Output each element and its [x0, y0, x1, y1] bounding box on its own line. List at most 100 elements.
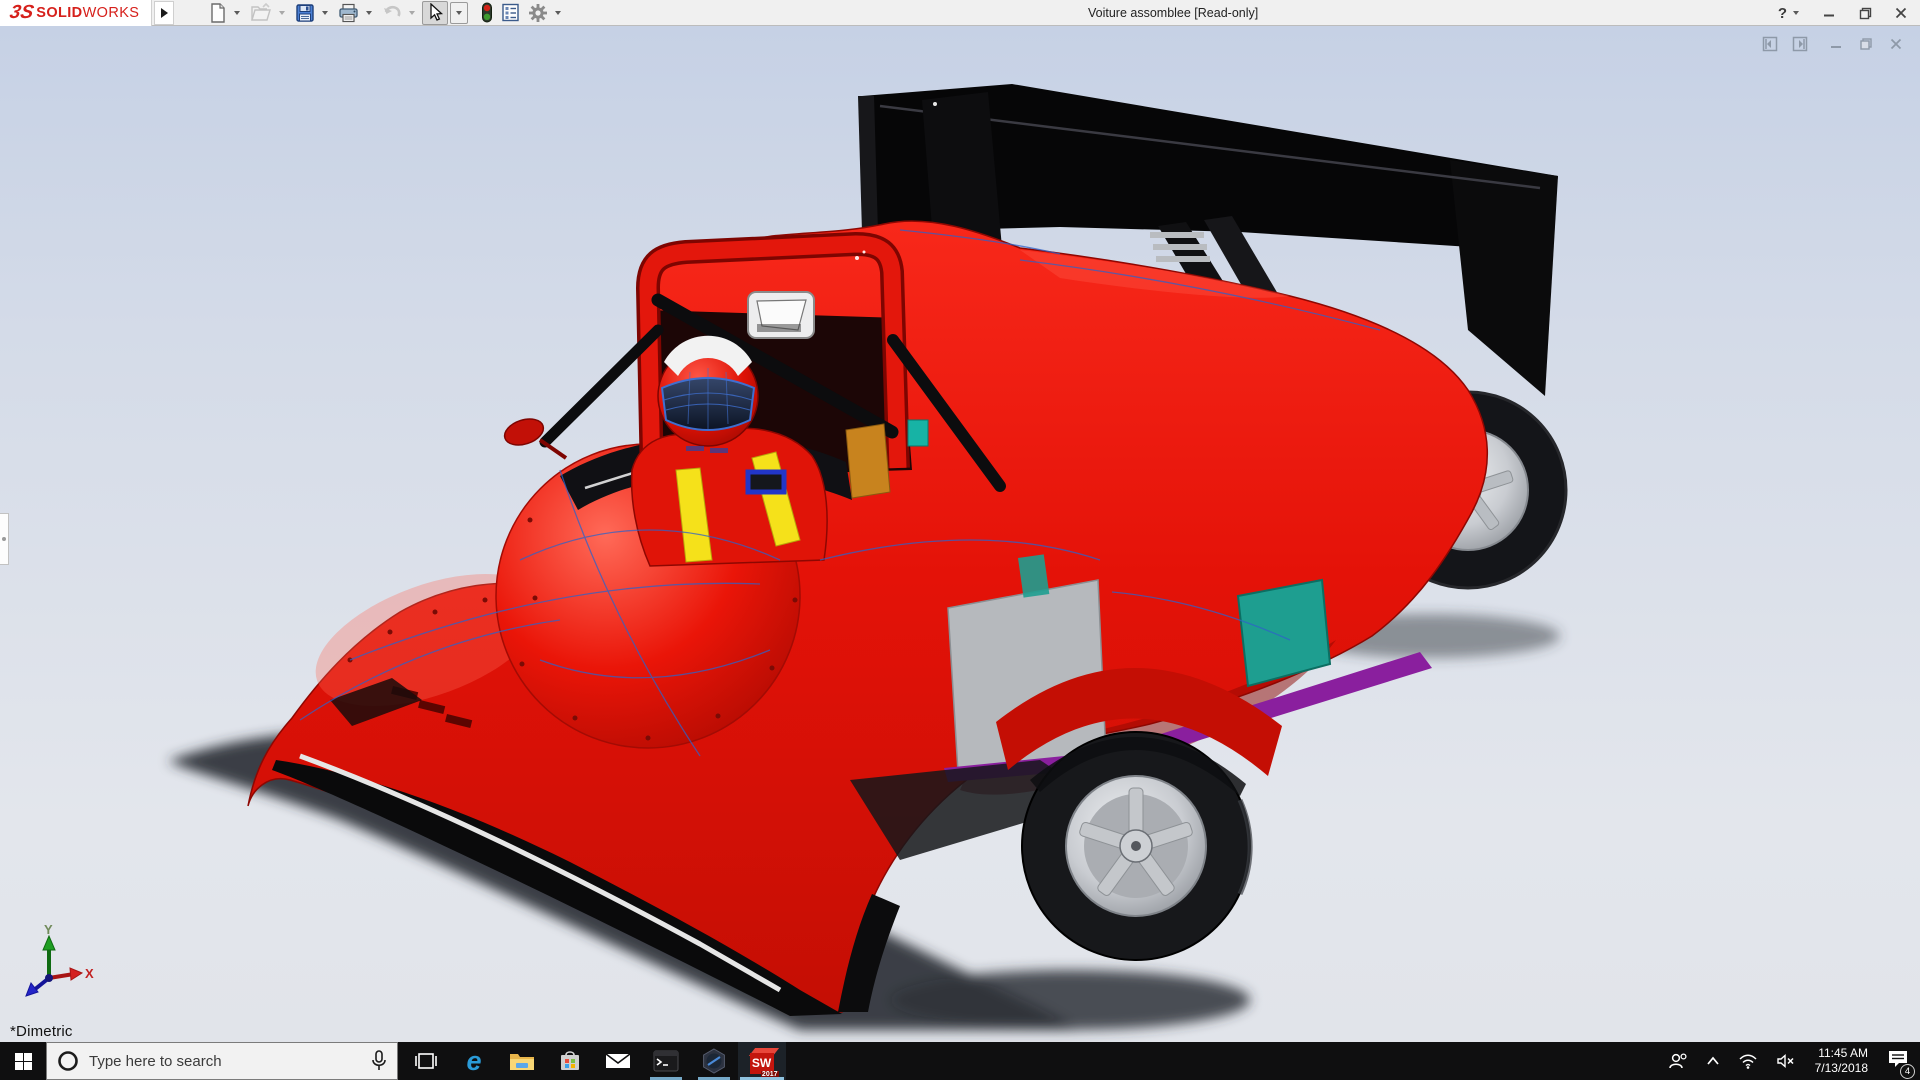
new-document-button[interactable]	[206, 1, 230, 25]
settings-gear-icon	[528, 3, 548, 23]
window-title: Voiture assomblee [Read-only]	[1088, 0, 1258, 26]
edrawings-icon	[701, 1048, 727, 1074]
doc-restore-button[interactable]	[1856, 34, 1876, 54]
command-prompt-button[interactable]	[642, 1042, 690, 1080]
print-dropdown-caret[interactable]	[366, 11, 372, 15]
minimize-icon	[1829, 37, 1843, 51]
side-mirror	[501, 414, 546, 449]
tray-overflow-button[interactable]	[1699, 1042, 1727, 1080]
menu-flyout-button[interactable]	[154, 1, 174, 25]
open-icon	[250, 3, 272, 23]
front-right-wheel	[996, 668, 1282, 960]
select-tool-button[interactable]	[422, 1, 448, 25]
mail-icon	[605, 1051, 631, 1071]
solidworks-logo-mark: 3S	[8, 2, 36, 24]
form-options-icon	[501, 3, 520, 22]
doc-minimize-button[interactable]	[1826, 34, 1846, 54]
network-button[interactable]	[1731, 1042, 1765, 1080]
doc-close-button[interactable]	[1886, 34, 1906, 54]
close-icon	[1889, 37, 1903, 51]
triad-x-label: X	[85, 966, 94, 981]
mail-button[interactable]	[594, 1042, 642, 1080]
settings-dropdown-caret[interactable]	[555, 11, 561, 15]
file-explorer-icon	[509, 1050, 535, 1072]
taskbar-search[interactable]	[46, 1042, 398, 1080]
feature-panel-tab[interactable]	[0, 513, 9, 565]
command-prompt-icon	[653, 1050, 679, 1072]
graphics-viewport[interactable]: Y X *Dimetric	[0, 26, 1920, 1042]
select-cursor-icon	[426, 3, 444, 22]
solidworks-logo-text: SOLIDWORKS	[36, 5, 139, 21]
taskbar: e	[0, 1042, 1920, 1080]
people-icon	[1668, 1052, 1688, 1070]
close-button[interactable]	[1890, 2, 1912, 24]
close-icon	[1895, 7, 1907, 19]
notification-badge: 4	[1900, 1064, 1915, 1079]
help-dropdown-caret[interactable]	[1793, 11, 1799, 15]
edrawings-button[interactable]	[690, 1042, 738, 1080]
task-view-button[interactable]	[402, 1042, 450, 1080]
start-icon	[15, 1053, 32, 1070]
store-button[interactable]	[546, 1042, 594, 1080]
undo-dropdown-caret[interactable]	[409, 11, 415, 15]
save-button[interactable]	[292, 1, 318, 25]
new-document-icon	[209, 3, 227, 23]
triad-y-label: Y	[44, 922, 53, 937]
tray-time: 11:45 AM	[1818, 1046, 1868, 1061]
collapse-right-button[interactable]	[1790, 34, 1810, 54]
solidworks-window: 3S SOLIDWORKS	[0, 0, 1920, 1080]
quick-access-toolbar	[206, 1, 566, 25]
traffic-light-icon	[481, 2, 493, 23]
wifi-icon	[1738, 1053, 1758, 1069]
taskbar-apps: e	[402, 1042, 786, 1080]
document-window-controls	[1760, 34, 1906, 54]
edge-button[interactable]: e	[450, 1042, 498, 1080]
microphone-icon[interactable]	[371, 1050, 387, 1072]
3d-car-model[interactable]	[0, 26, 1920, 1042]
save-dropdown-caret[interactable]	[322, 11, 328, 15]
titlebar: 3S SOLIDWORKS	[0, 0, 1920, 26]
orientation-triad: Y X	[16, 920, 96, 1004]
collapse-left-icon	[1762, 36, 1778, 52]
solidworks-button[interactable]: SW 2017	[738, 1042, 786, 1080]
print-button[interactable]	[335, 1, 362, 25]
undo-button[interactable]	[379, 1, 405, 25]
select-dropdown-button[interactable]	[450, 2, 468, 24]
undo-icon	[382, 4, 402, 22]
file-explorer-button[interactable]	[498, 1042, 546, 1080]
restore-icon	[1859, 37, 1873, 51]
help-icon[interactable]: ?	[1778, 5, 1787, 22]
save-icon	[295, 3, 315, 23]
solidworks-logo: 3S SOLIDWORKS	[0, 0, 152, 26]
collapse-left-button[interactable]	[1760, 34, 1780, 54]
settings-button[interactable]	[525, 1, 551, 25]
taskbar-clock[interactable]: 11:45 AM 7/13/2018	[1807, 1046, 1876, 1076]
collapse-right-icon	[1792, 36, 1808, 52]
open-dropdown-caret[interactable]	[279, 11, 285, 15]
people-button[interactable]	[1661, 1042, 1695, 1080]
store-icon	[559, 1049, 581, 1073]
open-button[interactable]	[247, 1, 275, 25]
minimize-button[interactable]	[1818, 2, 1840, 24]
search-input[interactable]	[89, 1053, 361, 1070]
interference-check-button[interactable]	[478, 1, 496, 25]
print-icon	[338, 3, 359, 23]
speaker-muted-icon	[1776, 1053, 1796, 1069]
belt-buckle	[748, 472, 784, 492]
select-dropdown-caret	[456, 11, 462, 15]
edge-icon: e	[466, 1048, 481, 1075]
restore-icon	[1859, 7, 1872, 20]
volume-button[interactable]	[1769, 1042, 1803, 1080]
action-center-button[interactable]: 4	[1880, 1042, 1916, 1080]
tray-date: 7/13/2018	[1815, 1061, 1868, 1076]
restore-button[interactable]	[1854, 2, 1876, 24]
solidworks-icon: SW 2017	[749, 1048, 776, 1075]
window-controls: ?	[1778, 0, 1912, 26]
chevron-up-icon	[1706, 1056, 1720, 1066]
options-form-button[interactable]	[498, 1, 523, 25]
start-button[interactable]	[0, 1042, 46, 1080]
cortana-icon	[57, 1050, 79, 1072]
cockpit-orange-panel	[846, 424, 890, 498]
panel-tab-dot-icon	[2, 537, 6, 541]
new-dropdown-caret[interactable]	[234, 11, 240, 15]
